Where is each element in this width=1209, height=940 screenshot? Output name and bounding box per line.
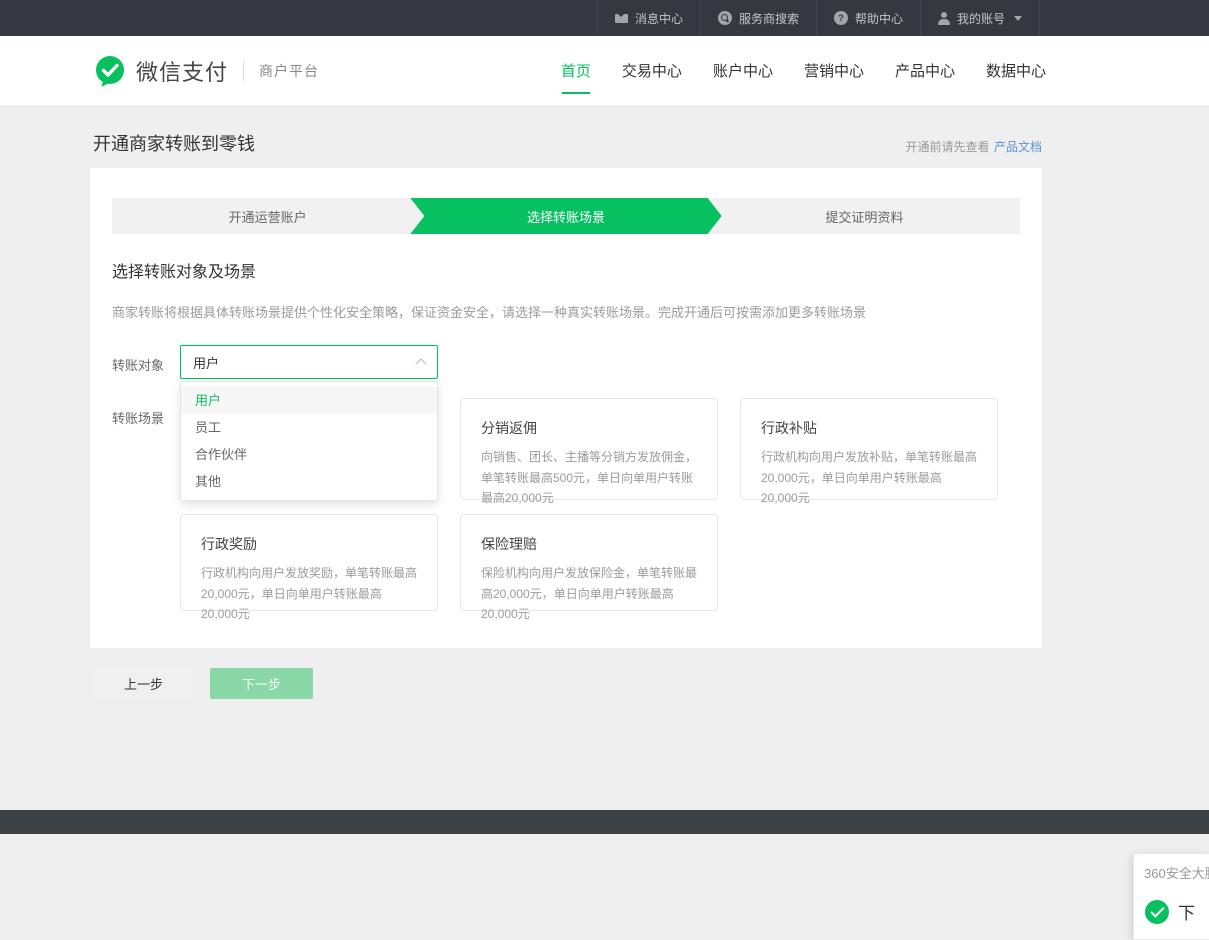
topbar-item-help[interactable]: ? 帮助中心	[816, 0, 920, 36]
scene-card-admin-subsidy[interactable]: 行政补贴 行政机构向用户发放补贴，单笔转账最高20,000元，单日向单用户转账最…	[740, 398, 998, 500]
transfer-target-dropdown: 用户 员工 合作伙伴 其他	[180, 381, 438, 501]
main-content: 开通商家转账到零钱 开通前请先查看 产品文档 开通运营账户 选择转账场景 提交证…	[0, 106, 1209, 810]
scene-card-title: 分销返佣	[481, 418, 697, 438]
scene-card-insurance-claim[interactable]: 保险理赔 保险机构向用户发放保险金，单笔转账最高20,000元，单日向单用户转账…	[460, 514, 718, 611]
setup-panel: 开通运营账户 选择转账场景 提交证明资料 选择转账对象及场景 商家转账将根据具体…	[90, 168, 1042, 648]
security-popup-360[interactable]: 360安全大脑 下	[1133, 853, 1209, 940]
transfer-scene-label: 转账场景	[112, 398, 180, 611]
topbar: 消息中心 服务商搜索 ? 帮助中心 我的账号	[0, 0, 1209, 36]
step-indicator: 开通运营账户 选择转账场景 提交证明资料	[112, 198, 1020, 234]
scene-card-desc: 行政机构向用户发放奖励，单笔转账最高20,000元，单日向单用户转账最高20,0…	[201, 563, 417, 625]
nav-item-product-center[interactable]: 产品中心	[895, 60, 955, 81]
scene-card-desc: 行政机构向用户发放补贴，单笔转账最高20,000元，单日向单用户转账最高20,0…	[761, 447, 977, 509]
scene-card-desc: 保险机构向用户发放保险金，单笔转账最高20,000元，单日向单用户转账最高20,…	[481, 563, 697, 625]
nav-item-data-center[interactable]: 数据中心	[986, 60, 1046, 81]
scene-card-title: 行政补贴	[761, 418, 977, 438]
section-description: 商家转账将根据具体转账场景提供个性化安全策略，保证资金安全，请选择一种真实转账场…	[112, 302, 1020, 321]
step-open-account: 开通运营账户	[112, 198, 423, 234]
dropdown-option-other[interactable]: 其他	[181, 468, 437, 495]
nav-item-account-center[interactable]: 账户中心	[713, 60, 773, 81]
security-popup-title: 360安全大脑	[1134, 854, 1209, 882]
step-choose-scene: 选择转账场景	[410, 198, 721, 234]
footer-bar	[0, 810, 1209, 834]
search-icon	[718, 11, 732, 25]
doc-hint-text: 开通前请先查看	[906, 140, 990, 154]
brand-logo[interactable]: 微信支付 商户平台	[93, 54, 319, 88]
topbar-item-label: 帮助中心	[855, 10, 903, 27]
scene-card-distribution-commission[interactable]: 分销返佣 向销售、团长、主播等分销方发放佣金，单笔转账最高500元，单日向单用户…	[460, 398, 718, 500]
dropdown-option-user[interactable]: 用户	[181, 387, 437, 414]
transfer-target-label: 转账对象	[112, 345, 180, 379]
brand-name: 微信支付	[136, 55, 228, 87]
nav-item-marketing-center[interactable]: 营销中心	[804, 60, 864, 81]
topbar-item-label: 服务商搜索	[739, 10, 799, 27]
wechat-pay-icon	[93, 54, 127, 88]
prev-step-button[interactable]: 上一步	[93, 668, 194, 699]
topbar-item-label: 消息中心	[635, 10, 683, 27]
chevron-up-icon	[415, 358, 426, 369]
nav-item-home[interactable]: 首页	[561, 60, 591, 81]
nav-item-trade-center[interactable]: 交易中心	[622, 60, 682, 81]
main-nav: 首页 交易中心 账户中心 营销中心 产品中心 数据中心	[561, 60, 1046, 81]
topbar-item-my-account[interactable]: 我的账号	[920, 0, 1040, 36]
page-title: 开通商家转账到零钱	[93, 130, 255, 156]
section-title: 选择转账对象及场景	[112, 258, 1020, 282]
chevron-down-icon	[1014, 16, 1022, 21]
dropdown-option-employee[interactable]: 员工	[181, 414, 437, 441]
brand-subtitle: 商户平台	[259, 61, 319, 81]
check-circle-icon	[1145, 900, 1169, 924]
header: 微信支付 商户平台 首页 交易中心 账户中心 营销中心 产品中心 数据中心	[0, 36, 1209, 106]
scene-card-title: 保险理赔	[481, 534, 697, 554]
next-step-button[interactable]: 下一步	[210, 668, 313, 699]
transfer-target-select[interactable]: 用户	[180, 345, 438, 379]
dropdown-option-partner[interactable]: 合作伙伴	[181, 441, 437, 468]
mail-icon	[615, 14, 628, 23]
topbar-item-messages[interactable]: 消息中心	[597, 0, 700, 36]
step-submit-proof: 提交证明资料	[709, 198, 1020, 234]
product-doc-link[interactable]: 产品文档	[994, 140, 1042, 154]
user-icon	[938, 12, 950, 25]
security-popup-action[interactable]: 下	[1178, 899, 1195, 924]
scene-card-desc: 向销售、团长、主播等分销方发放佣金，单笔转账最高500元，单日向单用户转账最高2…	[481, 447, 697, 509]
topbar-item-provider-search[interactable]: 服务商搜索	[700, 0, 816, 36]
topbar-item-label: 我的账号	[957, 10, 1005, 27]
help-icon: ?	[834, 11, 848, 25]
scene-card-title: 行政奖励	[201, 534, 417, 554]
select-value: 用户	[193, 353, 417, 372]
scene-card-admin-reward[interactable]: 行政奖励 行政机构向用户发放奖励，单笔转账最高20,000元，单日向单用户转账最…	[180, 514, 438, 611]
brand-divider	[243, 61, 244, 81]
